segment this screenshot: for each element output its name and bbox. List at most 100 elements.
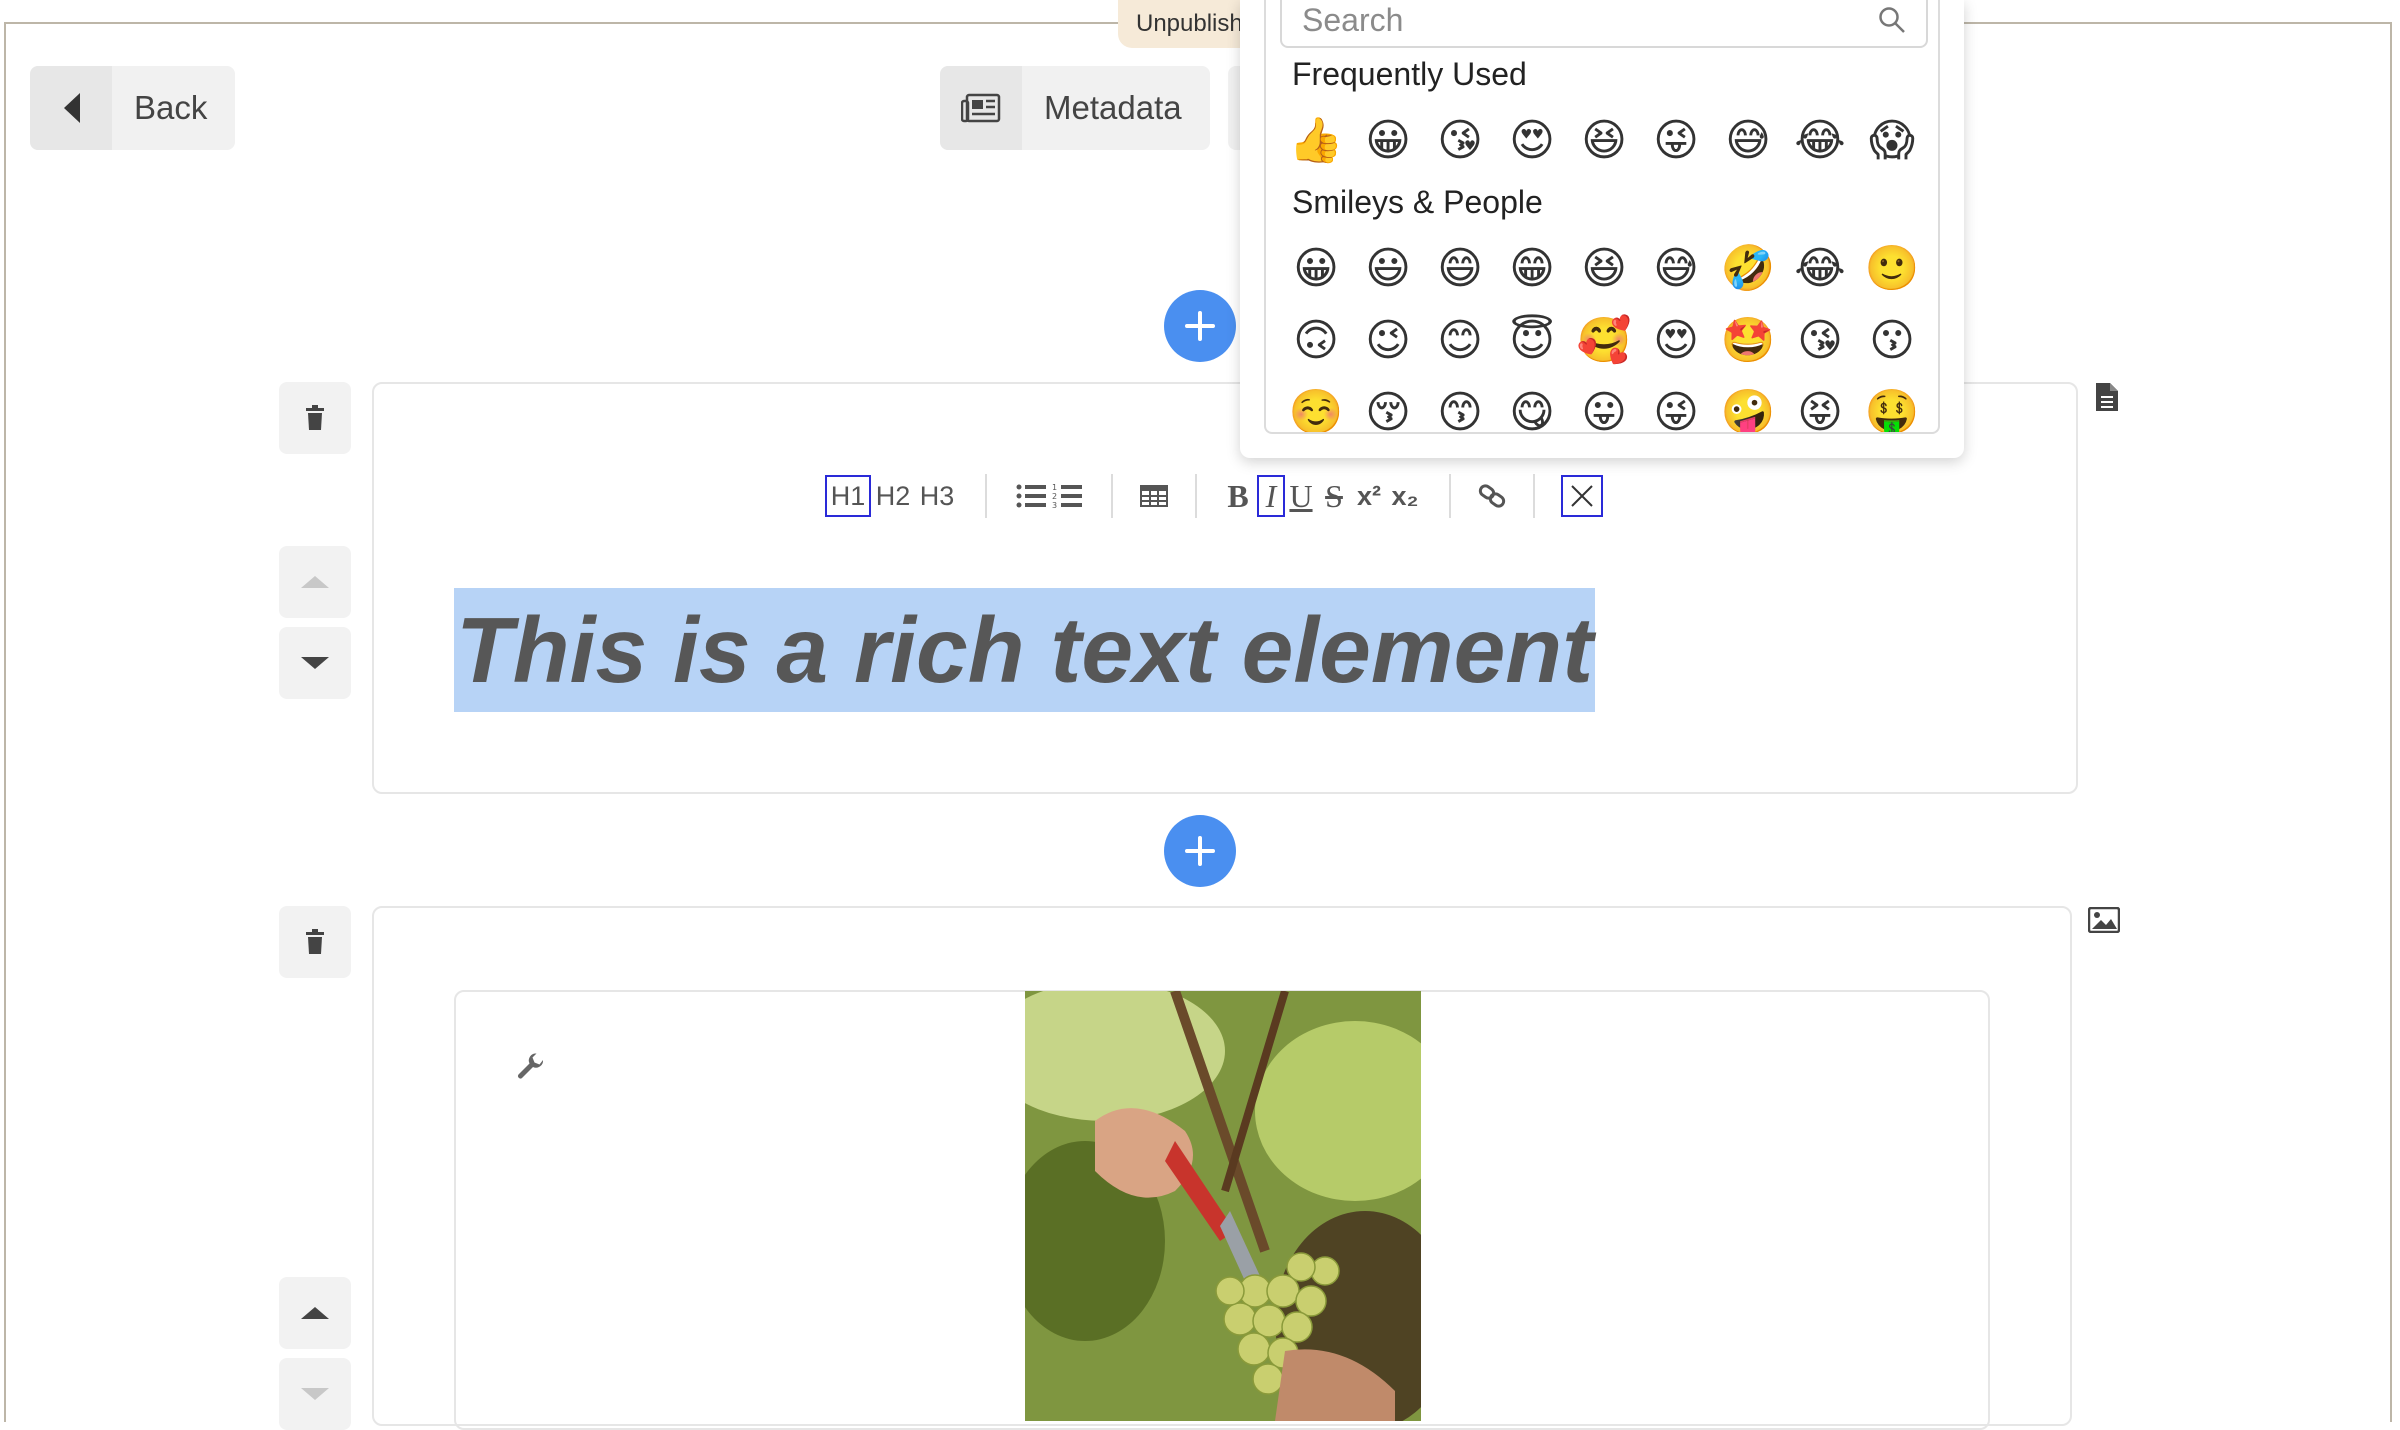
toolbar-divider	[985, 474, 987, 518]
emoji-button[interactable]: 😁	[1496, 232, 1568, 304]
emoji-button[interactable]: 🤣	[1712, 232, 1784, 304]
emoji-button[interactable]: 😍	[1640, 304, 1712, 376]
heading-2-button[interactable]: H2	[871, 475, 915, 517]
emoji-search-placeholder: Search	[1302, 1, 1404, 38]
metadata-button[interactable]: Metadata	[940, 66, 1210, 150]
chevron-up-icon	[301, 576, 329, 588]
emoji-button[interactable]: 😚	[1352, 376, 1424, 433]
strikethrough-button[interactable]: S	[1317, 475, 1351, 517]
emoji-button[interactable]: 🙃	[1280, 304, 1352, 376]
superscript-button[interactable]: x²	[1351, 475, 1387, 517]
emoji-button[interactable]: 😅	[1640, 232, 1712, 304]
emoji-button[interactable]: 😀	[1352, 104, 1424, 176]
move-down-button[interactable]	[279, 627, 351, 699]
search-icon	[1879, 7, 1905, 33]
rich-text-selection: This is a rich text element	[456, 597, 1594, 702]
emoji-button[interactable]: 🙂	[1856, 232, 1928, 304]
delete-block-button[interactable]	[279, 382, 351, 454]
emoji-button[interactable]: 😃	[1352, 232, 1424, 304]
chevron-left-icon	[30, 66, 112, 150]
emoji-button[interactable]: 😆	[1568, 104, 1640, 176]
emoji-button[interactable]: 🥰	[1568, 304, 1640, 376]
smileys-row: 🙃 😉 😊 😇 🥰 😍 🤩 😘 😗	[1280, 304, 1928, 376]
heading-3-button[interactable]: H3	[915, 475, 959, 517]
table-button[interactable]	[1139, 475, 1169, 517]
svg-text:3: 3	[1052, 501, 1057, 509]
grape-harvest-photo	[1025, 991, 1421, 1421]
toolbar-divider	[1195, 474, 1197, 518]
emoji-button[interactable]: ☺️	[1280, 376, 1352, 432]
emoji-button[interactable]: 😱	[1856, 104, 1928, 176]
underline-label: U	[1289, 477, 1313, 514]
close-emoji-picker-button[interactable]	[1561, 475, 1603, 517]
emoji-button[interactable]: 😂	[1784, 104, 1856, 176]
emoji-button[interactable]: 😘	[1784, 304, 1856, 376]
add-block-button[interactable]	[1164, 815, 1236, 887]
subscript-button[interactable]: x₂	[1387, 475, 1423, 517]
newspaper-icon	[940, 66, 1022, 150]
italic-button[interactable]: I	[1257, 475, 1285, 517]
delete-block-button[interactable]	[279, 906, 351, 978]
emoji-picker-scroll-area[interactable]: Search Frequently Used 👍 😀 😘 😍 😆 😜 😅 😂 😱 Smileys…	[1264, 0, 1940, 434]
toolbar-divider	[1449, 474, 1451, 518]
emoji-button[interactable]: 😜	[1640, 376, 1712, 433]
move-up-button[interactable]	[279, 546, 351, 618]
move-up-button[interactable]	[279, 1277, 351, 1349]
plus-icon	[1185, 836, 1215, 866]
emoji-button[interactable]: 😇	[1496, 304, 1568, 376]
emoji-button[interactable]: 😙	[1424, 376, 1496, 433]
numbered-list-icon: 123	[1052, 483, 1082, 509]
emoji-button[interactable]: 😋	[1496, 376, 1568, 433]
emoji-button[interactable]: 😀	[1280, 232, 1352, 304]
bold-label: B	[1227, 477, 1249, 514]
emoji-button[interactable]: 😝	[1784, 376, 1856, 433]
add-block-button[interactable]	[1164, 290, 1236, 362]
smileys-row: ☺️ 😚 😙 😋 😛 😜 🤪 😝 🤑	[1280, 376, 1928, 433]
emoji-button[interactable]: 😅	[1712, 104, 1784, 176]
close-icon	[1571, 485, 1593, 507]
trash-icon	[306, 929, 324, 954]
emoji-button[interactable]: 😜	[1640, 104, 1712, 176]
strikethrough-label: S	[1325, 477, 1343, 514]
heading-1-label: H1	[830, 480, 866, 511]
emoji-button[interactable]: 😗	[1856, 304, 1928, 376]
toolbar-divider	[1533, 474, 1535, 518]
emoji-button[interactable]: 😄	[1424, 232, 1496, 304]
emoji-button[interactable]: 🤪	[1712, 376, 1784, 432]
heading-2-label: H2	[875, 480, 911, 511]
emoji-button[interactable]: 🤩	[1712, 304, 1784, 376]
emoji-button[interactable]: 😛	[1568, 376, 1640, 433]
frequently-used-title: Frequently Used	[1292, 56, 1527, 92]
emoji-search-input[interactable]: Search	[1280, 0, 1928, 48]
numbered-list-button[interactable]: 123	[1049, 475, 1085, 517]
chevron-up-icon	[301, 1307, 329, 1319]
back-button-label: Back	[134, 89, 208, 126]
link-icon	[1478, 484, 1506, 508]
heading-1-button[interactable]: H1	[825, 475, 871, 517]
wrench-icon[interactable]	[516, 1052, 546, 1087]
superscript-label: x²	[1356, 480, 1381, 511]
emoji-button[interactable]: 😘	[1424, 104, 1496, 176]
emoji-button[interactable]: 😉	[1352, 304, 1424, 376]
heading-3-label: H3	[919, 480, 955, 511]
chevron-down-icon	[301, 1388, 329, 1400]
emoji-button[interactable]: 😆	[1568, 232, 1640, 304]
emoji-button[interactable]: 🤑	[1856, 376, 1928, 432]
bullet-list-button[interactable]	[1013, 475, 1049, 517]
emoji-button[interactable]: 😊	[1424, 304, 1496, 376]
emoji-button[interactable]: 👍	[1280, 104, 1352, 176]
frequently-used-row: 👍 😀 😘 😍 😆 😜 😅 😂 😱	[1280, 104, 1928, 176]
subscript-label: x₂	[1391, 480, 1419, 511]
move-down-button[interactable]	[279, 1358, 351, 1430]
emoji-button[interactable]: 😂	[1784, 232, 1856, 304]
back-button[interactable]: Back	[30, 66, 236, 150]
emoji-button[interactable]: 😍	[1496, 104, 1568, 176]
rich-text-content[interactable]: This is a rich text element	[454, 588, 1596, 712]
svg-text:1: 1	[1052, 483, 1057, 492]
link-button[interactable]	[1477, 475, 1507, 517]
bold-button[interactable]: B	[1223, 475, 1253, 517]
underline-button[interactable]: U	[1285, 475, 1317, 517]
italic-label: I	[1265, 477, 1277, 514]
plus-icon	[1185, 311, 1215, 341]
metadata-button-label: Metadata	[1044, 89, 1182, 126]
